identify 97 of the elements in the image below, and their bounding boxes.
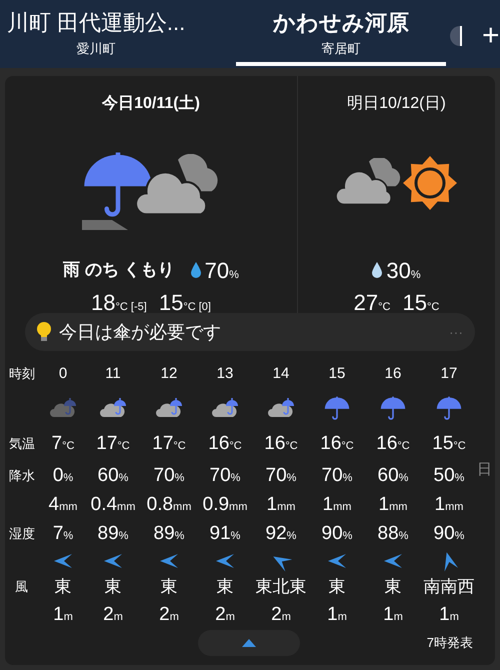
location-name: 川町 田代運動公... xyxy=(6,8,186,36)
hour-temp: 16°C xyxy=(208,432,242,456)
hour-humidity: 89% xyxy=(154,522,184,546)
page-indicator-icon xyxy=(450,26,462,46)
row-label: 降水 xyxy=(9,467,36,486)
hour-label: 12 xyxy=(160,364,178,384)
day-date: 今日10/11(土) xyxy=(102,94,200,114)
day-date: 明日10/12(日) xyxy=(347,94,446,114)
caret-up-icon xyxy=(242,639,256,647)
cloud-umbrella-icon xyxy=(212,398,238,418)
wind-arrow-icon xyxy=(328,554,346,568)
hour-temp: 16°C xyxy=(320,432,354,456)
hour-humidity: 90% xyxy=(434,522,464,546)
wind-speed: 1m xyxy=(327,602,347,627)
hour-label: 17 xyxy=(440,364,458,384)
wind-direction: 南南西 xyxy=(424,576,474,598)
hour-label: 15 xyxy=(328,364,346,384)
cloud-umbrella-icon xyxy=(100,398,126,418)
tip-text: 今日は傘が必要です xyxy=(59,320,222,344)
hour-label: 16 xyxy=(384,364,402,384)
lightbulb-icon xyxy=(37,322,51,342)
wind-direction: 東 xyxy=(160,576,178,598)
cloud-umbrella-icon xyxy=(50,398,76,418)
hour-rainfall: 4mm xyxy=(48,492,78,517)
wind-speed: 1m xyxy=(439,602,459,627)
hour-precip: 60% xyxy=(378,464,408,488)
hour-precip: 70% xyxy=(322,464,352,488)
hour-humidity: 88% xyxy=(378,522,408,546)
hour-humidity: 7% xyxy=(52,522,74,546)
hour-rainfall: 1mm xyxy=(322,492,352,517)
hour-rainfall: 0.4mm xyxy=(90,492,136,517)
tip-bar[interactable]: 今日は傘が必要です ··· xyxy=(25,313,475,351)
hour-rainfall: 1mm xyxy=(266,492,296,517)
wind-direction: 東北東 xyxy=(256,576,306,598)
wind-speed: 1m xyxy=(53,602,73,627)
row-label: 気温 xyxy=(9,435,36,454)
hour-humidity: 92% xyxy=(266,522,296,546)
wind-arrow-icon xyxy=(216,554,234,568)
wind-arrow-icon xyxy=(104,554,122,568)
umbrella-icon xyxy=(324,395,350,421)
location-tab[interactable]: かわせみ河原 寄居町 xyxy=(236,6,446,66)
hour-rainfall: 1mm xyxy=(378,492,408,517)
add-button[interactable]: + xyxy=(474,21,500,51)
hour-humidity: 91% xyxy=(210,522,240,546)
umbrella-icon xyxy=(380,395,406,421)
wind-direction: 東 xyxy=(216,576,234,598)
sun-icon xyxy=(402,155,458,211)
hour-rainfall: 1mm xyxy=(434,492,464,517)
wind-direction: 東 xyxy=(54,576,72,598)
precip-chance: 70% xyxy=(204,256,239,284)
hour-precip: 0% xyxy=(52,464,74,488)
hour-label: 0 xyxy=(58,364,68,384)
hour-temp: 17°C xyxy=(96,432,130,456)
town-name: 寄居町 xyxy=(322,40,360,58)
umbrella-icon xyxy=(436,395,462,421)
location-name: かわせみ河原 xyxy=(273,8,409,36)
wind-speed: 2m xyxy=(159,602,179,627)
wind-speed: 2m xyxy=(215,602,235,627)
hour-precip: 60% xyxy=(98,464,128,488)
wind-speed: 1m xyxy=(383,602,403,627)
hour-temp: 17°C xyxy=(152,432,186,456)
hour-precip: 70% xyxy=(210,464,240,488)
expand-button[interactable] xyxy=(198,630,300,656)
transition-arrow-icon xyxy=(82,220,128,230)
wind-direction: 東 xyxy=(104,576,122,598)
wind-speed: 2m xyxy=(103,602,123,627)
hour-temp: 15°C xyxy=(432,432,466,456)
hour-label: 11 xyxy=(105,364,121,384)
row-label: 風 xyxy=(14,578,29,596)
hour-rainfall: 0.8mm xyxy=(146,492,192,517)
hour-temp: 7°C xyxy=(52,432,74,456)
row-label: 湿度 xyxy=(9,525,36,544)
weather-text: 雨 のち くもり xyxy=(63,259,175,282)
wind-arrow-icon xyxy=(160,554,178,568)
row-label: 時刻 xyxy=(9,365,36,384)
wind-direction: 東 xyxy=(328,576,346,598)
hour-precip: 70% xyxy=(266,464,296,488)
wind-direction: 東 xyxy=(384,576,402,598)
hour-humidity: 89% xyxy=(98,522,128,546)
wind-arrow-icon xyxy=(54,554,72,568)
town-name: 愛川町 xyxy=(76,40,116,58)
issued-time: 7時発表 xyxy=(426,634,473,652)
wind-speed: 2m xyxy=(271,602,291,627)
cloud-umbrella-icon xyxy=(268,398,294,418)
hour-label: 13 xyxy=(216,364,234,384)
hour-rainfall: 0.9mm xyxy=(202,492,248,517)
hour-temp: 16°C xyxy=(264,432,298,456)
location-tab[interactable]: 川町 田代運動公... 愛川町 xyxy=(0,6,196,66)
precip-chance: 30% xyxy=(386,256,421,284)
hour-precip: 50% xyxy=(434,464,464,488)
hour-temp: 16°C xyxy=(376,432,410,456)
hour-label: 14 xyxy=(272,364,290,384)
next-day-marker: 日 xyxy=(477,460,492,480)
hour-precip: 70% xyxy=(154,464,184,488)
cloud-umbrella-icon xyxy=(156,398,182,418)
hour-humidity: 90% xyxy=(322,522,352,546)
wind-arrow-icon xyxy=(384,554,402,568)
